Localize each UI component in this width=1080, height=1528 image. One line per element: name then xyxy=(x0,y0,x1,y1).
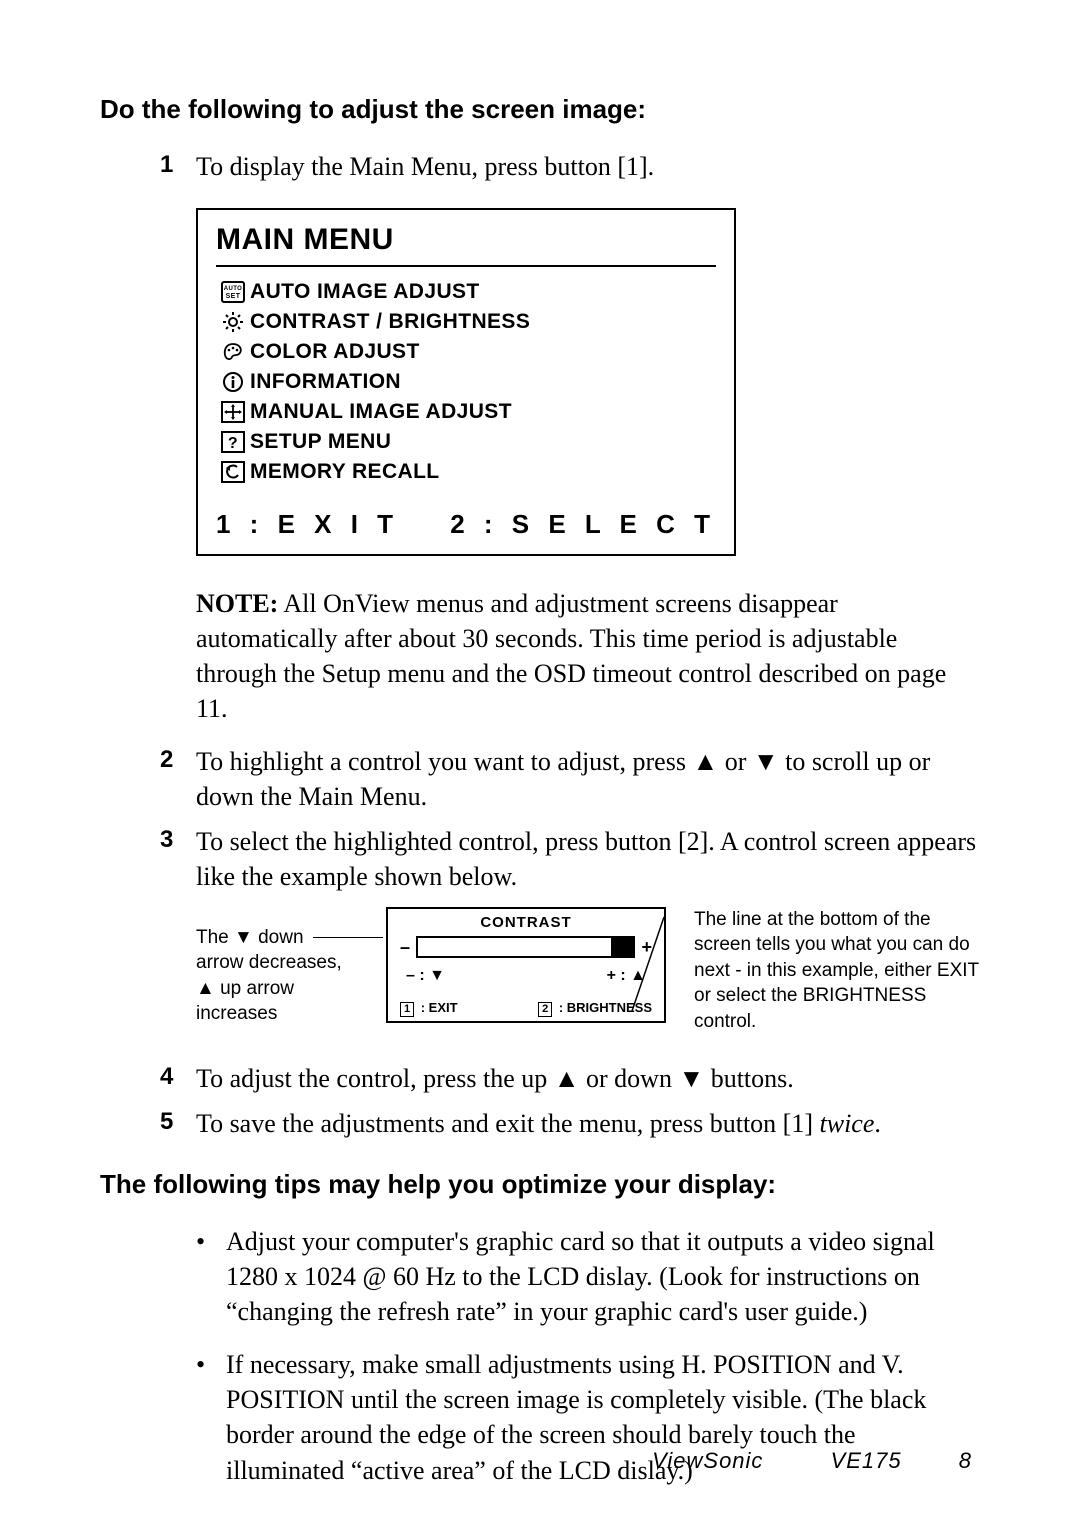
menu-item: MANUAL IMAGE ADJUST xyxy=(216,397,716,427)
menu-item-label: MEMORY RECALL xyxy=(250,458,440,486)
contrast-left-caption: The ▼ down arrow decreases, ▲ up arrow i… xyxy=(196,907,386,1028)
minus-label: – xyxy=(400,935,410,959)
info-icon xyxy=(216,371,250,393)
menu-item-label: SETUP MENU xyxy=(250,428,391,456)
contrast-right-caption: The line at the bottom of the screen tel… xyxy=(666,907,980,1035)
tip-text: Adjust your computer's graphic card so t… xyxy=(226,1224,980,1329)
note-block: NOTE: All OnView menus and adjustment sc… xyxy=(196,586,980,726)
step-number: 3 xyxy=(160,824,196,894)
step-text: To select the highlighted control, press… xyxy=(196,824,980,894)
step-4: 4 To adjust the control, press the up ▲ … xyxy=(160,1061,980,1096)
menu-foot-select: 2 : S E L E C T xyxy=(450,507,716,542)
up-arrow-icon: ▲ xyxy=(554,1064,580,1093)
step-text: To adjust the control, press the up ▲ or… xyxy=(196,1061,980,1096)
hint-minus: – : ▼ xyxy=(406,965,445,987)
brightness-icon xyxy=(216,311,250,333)
step-1: 1 To display the Main Menu, press button… xyxy=(160,149,980,184)
down-arrow-icon: ▼ xyxy=(753,747,779,776)
menu-item: COLOR ADJUST xyxy=(216,337,716,367)
note-label: NOTE: xyxy=(196,589,278,618)
tip-item: • Adjust your computer's graphic card so… xyxy=(196,1224,980,1329)
contrast-title: CONTRAST xyxy=(388,913,664,933)
contrast-foot-exit: 1 : EXIT xyxy=(400,999,458,1017)
menu-item: AUTOSET AUTO IMAGE ADJUST xyxy=(216,277,716,307)
footer-page: 8 xyxy=(959,1448,972,1473)
step-number: 2 xyxy=(160,744,196,814)
menu-item: ? SETUP MENU xyxy=(216,427,716,457)
contrast-bar xyxy=(416,936,635,958)
page-footer: ViewSonic VE175 8 xyxy=(0,1448,1080,1474)
menu-foot-exit: 1 : E X I T xyxy=(216,507,399,542)
help-icon: ? xyxy=(216,431,250,453)
contrast-box: CONTRAST – + – : ▼ + : ▲ 1 : EXIT 2 : BR… xyxy=(386,907,666,1023)
steps-heading: Do the following to adjust the screen im… xyxy=(100,92,980,127)
menu-item: INFORMATION xyxy=(216,367,716,397)
svg-text:SET: SET xyxy=(226,293,241,300)
up-arrow-icon: ▲ xyxy=(692,747,718,776)
step-3: 3 To select the highlighted control, pre… xyxy=(160,824,980,894)
tips-heading: The following tips may help you optimize… xyxy=(100,1167,980,1202)
recall-icon xyxy=(216,461,250,483)
move-icon xyxy=(216,401,250,423)
step-number: 5 xyxy=(160,1106,196,1141)
main-menu-box: MAIN MENU AUTOSET AUTO IMAGE ADJUST CONT… xyxy=(196,208,736,556)
menu-item: CONTRAST / BRIGHTNESS xyxy=(216,307,716,337)
step-number: 1 xyxy=(160,149,196,184)
step-2: 2 To highlight a control you want to adj… xyxy=(160,744,980,814)
autoset-icon: AUTOSET xyxy=(216,281,250,303)
step-5: 5 To save the adjustments and exit the m… xyxy=(160,1106,980,1141)
main-menu-title: MAIN MENU xyxy=(216,220,716,261)
menu-divider xyxy=(216,265,716,267)
step-text: To highlight a control you want to adjus… xyxy=(196,744,980,814)
bullet-icon: • xyxy=(196,1224,226,1329)
down-arrow-icon: ▼ xyxy=(678,1064,704,1093)
svg-text:?: ? xyxy=(228,435,238,452)
footer-brand: ViewSonic xyxy=(652,1448,763,1473)
step-text: To save the adjustments and exit the men… xyxy=(196,1106,980,1141)
menu-item-label: AUTO IMAGE ADJUST xyxy=(250,278,480,306)
menu-item-label: COLOR ADJUST xyxy=(250,338,420,366)
note-text: All OnView menus and adjustment screens … xyxy=(196,589,946,723)
step-number: 4 xyxy=(160,1061,196,1096)
menu-item-label: MANUAL IMAGE ADJUST xyxy=(250,398,512,426)
menu-item-label: CONTRAST / BRIGHTNESS xyxy=(250,308,530,336)
footer-model: VE175 xyxy=(831,1448,902,1473)
svg-text:AUTO: AUTO xyxy=(224,286,243,292)
menu-item-label: INFORMATION xyxy=(250,368,401,396)
palette-icon xyxy=(216,341,250,363)
menu-item: MEMORY RECALL xyxy=(216,457,716,487)
step-text: To display the Main Menu, press button [… xyxy=(196,149,980,184)
